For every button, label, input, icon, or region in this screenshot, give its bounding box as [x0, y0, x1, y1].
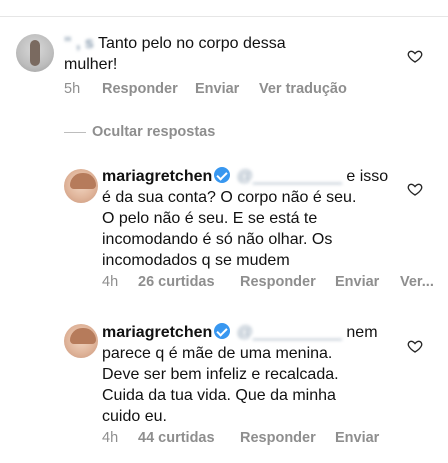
mention-obscured[interactable]: @__________: [237, 166, 342, 187]
avatar[interactable]: [64, 169, 98, 203]
reply-line: O pelo não é seu. E se está te: [102, 210, 318, 227]
avatar[interactable]: [16, 34, 54, 72]
comment-line: mulher!: [64, 56, 118, 73]
send-button[interactable]: Enviar: [195, 81, 239, 97]
timestamp: 5h: [64, 81, 81, 97]
reply-line: Cuida da tua vida. Que da minha: [102, 387, 336, 404]
username[interactable]: mariagretchen: [102, 324, 212, 341]
timestamp: 4h: [102, 274, 119, 290]
heart-icon[interactable]: [407, 48, 423, 64]
reply-line: parece q é mãe de uma menina.: [102, 345, 333, 362]
likes-count[interactable]: 26 curtidas: [138, 274, 215, 290]
reply-line: incomodando é só não olhar. Os: [102, 231, 333, 248]
hide-replies-line: [64, 132, 86, 133]
username-obscured[interactable]: " , s: [64, 33, 94, 54]
timestamp: 4h: [102, 430, 119, 446]
likes-count[interactable]: 44 curtidas: [138, 430, 215, 446]
see-translation-button[interactable]: Ver tradução: [259, 81, 347, 97]
reply-line: cuido eu.: [102, 408, 167, 425]
reply-button[interactable]: Responder: [240, 274, 316, 290]
comment-text: " , s Tanto pelo no corpo dessa mulher!: [64, 33, 394, 75]
reply-line: Deve ser bem infeliz e recalcada.: [102, 366, 339, 383]
username[interactable]: mariagretchen: [102, 168, 212, 185]
send-button[interactable]: Enviar: [335, 430, 379, 446]
see-more-button[interactable]: Ver...: [400, 274, 434, 290]
comment-line: Tanto pelo no corpo dessa: [97, 35, 286, 52]
reply-line: nem: [346, 324, 378, 341]
reply-text: mariagretchen @__________ nem parece q é…: [102, 322, 402, 427]
reply-text: mariagretchen @__________ e isso é da su…: [102, 166, 402, 271]
reply-line: é da sua conta? O corpo não é seu.: [102, 189, 357, 206]
avatar[interactable]: [64, 324, 98, 358]
divider: [0, 16, 448, 17]
heart-icon[interactable]: [407, 181, 423, 197]
verified-badge-icon: [214, 323, 231, 339]
reply-button[interactable]: Responder: [240, 430, 316, 446]
heart-icon[interactable]: [407, 338, 423, 354]
reply-button[interactable]: Responder: [102, 81, 178, 97]
hide-replies-button[interactable]: Ocultar respostas: [92, 124, 215, 140]
send-button[interactable]: Enviar: [335, 274, 379, 290]
reply-line: incomodados q se mudem: [102, 252, 290, 269]
mention-obscured[interactable]: @__________: [237, 322, 342, 343]
reply-line: e isso: [346, 168, 389, 185]
verified-badge-icon: [214, 167, 231, 183]
